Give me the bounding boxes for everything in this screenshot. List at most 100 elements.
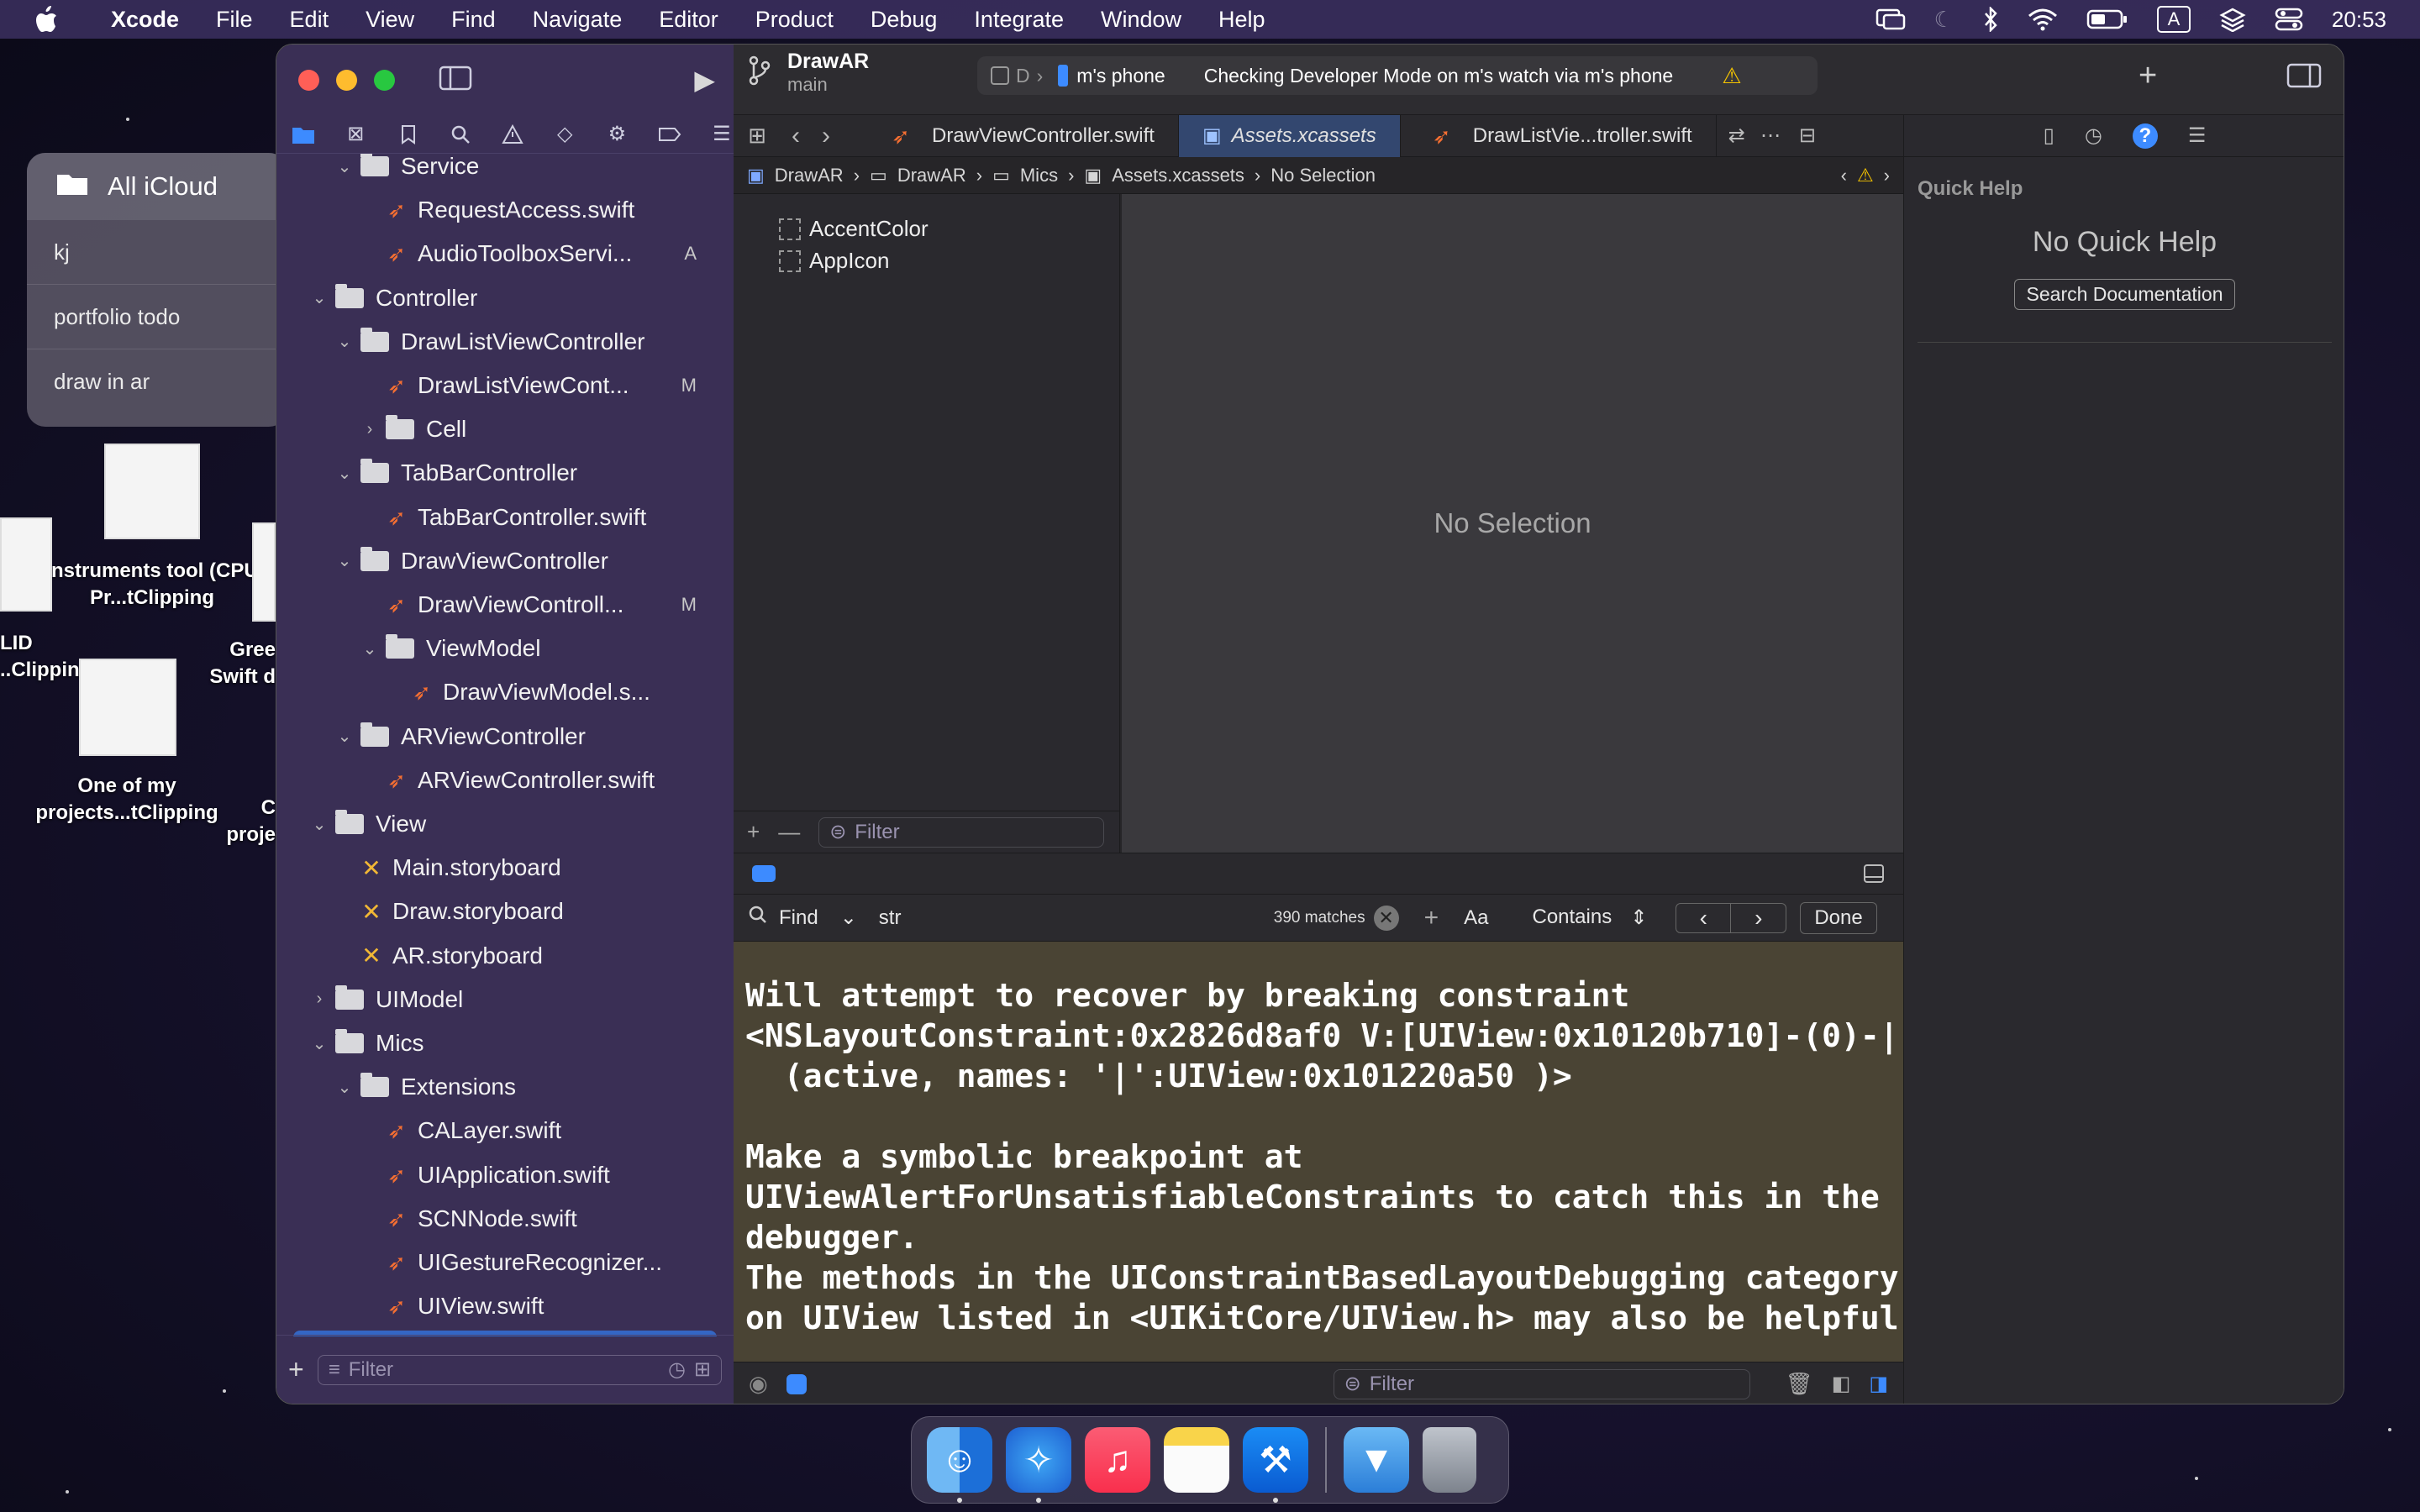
menu-help[interactable]: Help <box>1200 7 1284 33</box>
navigator-file[interactable]: ➶ TabBarController.swift <box>293 498 717 537</box>
desktop-file-label[interactable]: Instruments tool (CPU Pr...tClipping <box>42 558 262 612</box>
eye-icon[interactable]: ◉ <box>749 1371 768 1397</box>
debug-icon[interactable]: ⚙ <box>605 122 629 147</box>
debug-area-toggle-icon[interactable] <box>752 865 776 882</box>
chevron-down-icon[interactable]: ⌄ <box>360 638 379 659</box>
navigator-group[interactable]: ⌄ ViewModel <box>293 629 717 668</box>
menu-edit[interactable]: Edit <box>271 7 348 33</box>
navigator-group[interactable]: › Cell <box>293 410 717 449</box>
chevron-right-icon[interactable]: › <box>310 990 329 1009</box>
related-items-icon[interactable]: ⇄ <box>1728 123 1745 148</box>
tab-drawlistviewcontroller[interactable]: ➶ DrawListVie...troller.swift <box>1401 114 1717 157</box>
chevron-right-icon[interactable]: › <box>360 420 379 439</box>
chevron-down-icon[interactable]: ⌄ <box>310 814 329 835</box>
attributes-inspector-icon[interactable]: ☰ <box>2188 123 2207 148</box>
menu-view[interactable]: View <box>347 7 433 33</box>
trash-icon[interactable] <box>1423 1427 1476 1493</box>
note-item[interactable]: portfolio todo <box>27 285 287 349</box>
done-button[interactable]: Done <box>1800 901 1877 934</box>
navigator-file[interactable]: ➶ CALayer.swift <box>293 1111 717 1150</box>
menu-debug[interactable]: Debug <box>852 7 956 33</box>
note-item[interactable]: draw in ar <box>27 349 287 414</box>
left-panel-icon[interactable]: ◧ <box>1832 1372 1851 1396</box>
menu-find[interactable]: Find <box>433 7 514 33</box>
notes-header[interactable]: All iCloud <box>27 153 287 220</box>
add-tab-icon[interactable]: + <box>2139 58 2157 94</box>
issue-warning-icon[interactable] <box>501 122 524 147</box>
grid-icon[interactable]: ⊞ <box>734 123 781 149</box>
navigator-group[interactable]: ⌄ Mics <box>293 1024 717 1063</box>
project-folder-icon[interactable] <box>292 122 315 147</box>
input-source-icon[interactable]: A <box>2156 6 2191 33</box>
navigator-file[interactable]: ➶ SCNNode.swift <box>293 1200 717 1238</box>
add-asset-icon[interactable]: + <box>747 819 760 845</box>
navigator-file[interactable]: ➶ UIGestureRecognizer... <box>293 1243 717 1282</box>
navigator-group[interactable]: ⌄ ARViewController <box>293 717 717 756</box>
battery-icon[interactable] <box>2086 8 2128 30</box>
right-panel-icon[interactable]: ◨ <box>1869 1372 1888 1396</box>
back-arrow-icon[interactable]: ‹ <box>781 122 811 150</box>
menu-navigate[interactable]: Navigate <box>514 7 641 33</box>
navigator-file[interactable]: ➶ DrawListViewCont... M <box>293 366 717 405</box>
xcode-icon[interactable]: ⚒ <box>1243 1427 1308 1503</box>
music-icon[interactable]: ♫ <box>1085 1427 1150 1493</box>
navigator-file[interactable]: ➶ ARViewController.swift <box>293 761 717 800</box>
variables-toggle-icon[interactable] <box>786 1373 807 1394</box>
breadcrumb-group[interactable]: DrawAR <box>897 165 966 186</box>
breadcrumb-file[interactable]: Assets.xcassets <box>1112 165 1244 186</box>
navigator-file[interactable]: ➶ DrawViewControll... M <box>293 585 717 624</box>
notes-icon[interactable] <box>1164 1427 1229 1493</box>
history-icon[interactable]: ◷ <box>2085 123 2102 148</box>
zoom-window-button[interactable] <box>374 69 395 91</box>
sidebar-toggle-icon[interactable] <box>439 66 472 95</box>
navigator-file[interactable]: ✕ Main.storyboard <box>293 848 717 887</box>
quick-help-icon[interactable]: ? <box>2132 123 2158 149</box>
breadcrumb-folder[interactable]: Mics <box>1020 165 1058 186</box>
wifi-icon[interactable] <box>2028 8 2058 31</box>
forward-arrow-icon[interactable]: › <box>811 122 841 150</box>
menu-app-name[interactable]: Xcode <box>92 7 197 33</box>
device-selector[interactable]: m's phone <box>1058 65 1165 87</box>
file-inspector-icon[interactable]: ▯ <box>2044 123 2054 148</box>
bookmark-icon[interactable] <box>396 122 419 147</box>
chevron-down-icon[interactable]: ⌄ <box>335 156 354 177</box>
chevron-down-icon[interactable]: ⌄ <box>335 726 354 747</box>
breadcrumb-project[interactable]: DrawAR <box>775 165 844 186</box>
add-file-icon[interactable]: + <box>288 1354 304 1385</box>
close-window-button[interactable] <box>298 69 319 91</box>
trash-icon[interactable]: 🗑 <box>1786 1371 1813 1397</box>
navigator-file[interactable]: ➶ UIView.swift <box>293 1287 717 1326</box>
console-output[interactable]: Will attempt to recover by breaking cons… <box>734 942 1903 1399</box>
menu-file[interactable]: File <box>197 7 271 33</box>
desktop-file-label[interactable]: Gree Swift d <box>202 637 276 690</box>
navigator-file[interactable]: ➶ AudioToolboxServi... A <box>293 234 717 273</box>
navigator-group[interactable]: ⌄ Service <box>293 154 717 186</box>
desktop-file-label[interactable]: One of my projects...tClipping <box>17 773 237 827</box>
navigator-file[interactable]: ➶ DrawViewModel.s... <box>293 673 717 711</box>
menu-product[interactable]: Product <box>737 7 852 33</box>
control-center-icon[interactable] <box>2275 7 2303 32</box>
menu-integrate[interactable]: Integrate <box>955 7 1082 33</box>
search-documentation-button[interactable]: Search Documentation <box>2013 279 2236 310</box>
recent-files-icon[interactable]: ◷ <box>668 1357 686 1382</box>
chevron-down-icon[interactable]: ⌄ <box>335 463 354 484</box>
asset-item[interactable]: AppIcon <box>779 248 889 274</box>
screen-mirroring-icon[interactable] <box>1876 7 1906 32</box>
case-sensitivity-button[interactable]: Aa <box>1464 906 1488 930</box>
activity-viewer[interactable]: D › m's phone Checking Developer Mode on… <box>977 56 1818 95</box>
scheme-selector[interactable]: D › <box>991 65 1043 87</box>
navigator-group[interactable]: ⌄ TabBarController <box>293 454 717 492</box>
desktop-file-icon[interactable] <box>252 522 276 622</box>
source-control-filter-icon[interactable]: ⊞ <box>694 1357 711 1382</box>
warning-icon[interactable]: ⚠ <box>1722 63 1741 89</box>
breakpoint-icon[interactable] <box>658 122 681 147</box>
navigator-group[interactable]: ⌄ DrawViewController <box>293 542 717 580</box>
asset-filter-field[interactable]: ⊜ Filter <box>818 816 1105 848</box>
menu-clock[interactable]: 20:53 <box>2332 7 2386 33</box>
navigator-group[interactable]: ⌄ Extensions <box>293 1068 717 1106</box>
menu-editor[interactable]: Editor <box>640 7 737 33</box>
next-match-button[interactable]: › <box>1731 902 1787 933</box>
minimize-window-button[interactable] <box>336 69 357 91</box>
panel-toggle-icon[interactable] <box>1863 864 1885 888</box>
safari-icon[interactable]: ✧ <box>1006 1427 1071 1503</box>
